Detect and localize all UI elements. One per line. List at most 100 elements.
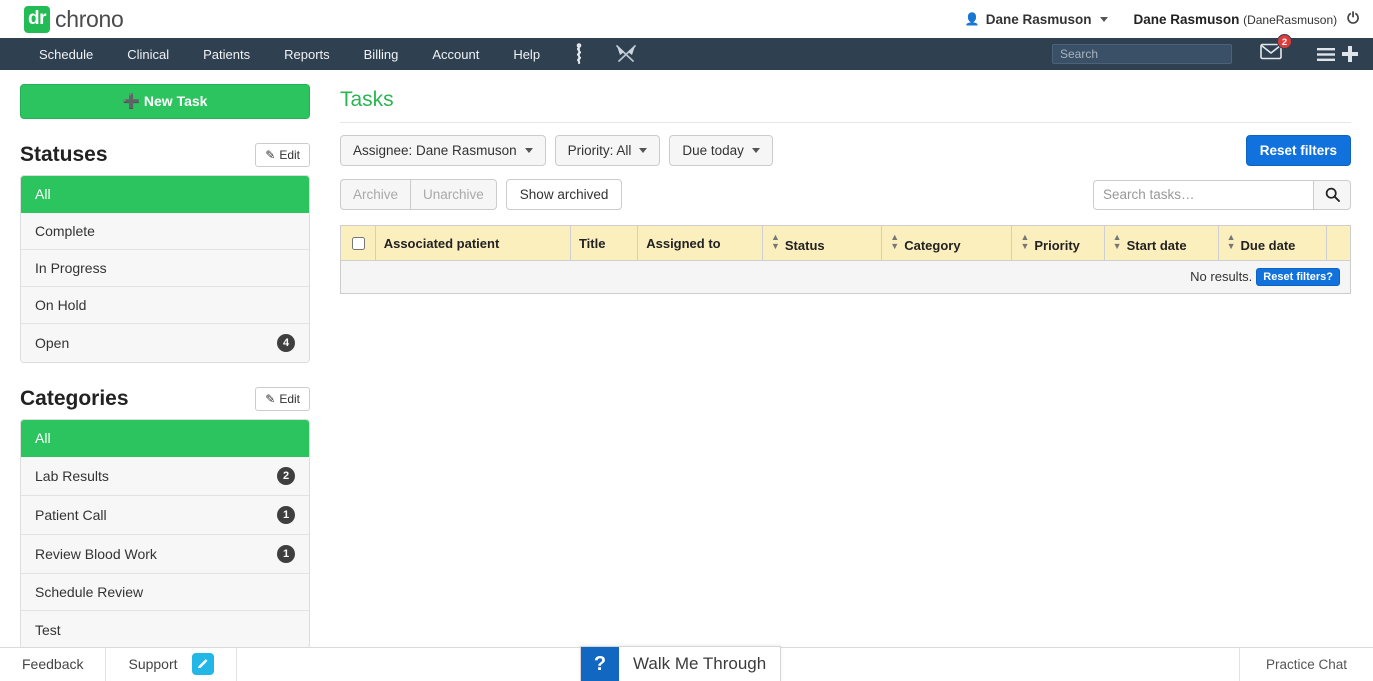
categories-title: Categories [20,387,129,411]
col-label: Due date [1241,238,1296,253]
messages-button[interactable]: 2 [1254,43,1288,65]
user-menu[interactable]: 👤 Dane Rasmuson [965,12,1108,27]
sort-icon[interactable]: ▲▼ [890,233,899,251]
status-item-open[interactable]: Open 4 [21,324,309,362]
select-all-cell [341,226,376,261]
status-item-all[interactable]: All [21,176,309,213]
edit-categories-button[interactable]: ✎ Edit [255,387,310,411]
empty-state-cell: No results.Reset filters? [341,261,1351,294]
nav-label: Patients [203,47,250,62]
sort-icon[interactable]: ▲▼ [1020,233,1029,251]
unarchive-button[interactable]: Unarchive [410,179,497,210]
nav-item-billing[interactable]: Billing [347,38,416,70]
select-all-checkbox[interactable] [352,237,365,250]
user-icon: 👤 [965,12,980,26]
tools-bar: Archive Unarchive Show archived [340,179,1351,210]
logged-in-account: Dane Rasmuson (DaneRasmuson) [1134,12,1338,27]
filter-priority-label: Priority: All [568,143,632,158]
nav-item-account[interactable]: Account [415,38,496,70]
nav-item-patients[interactable]: Patients [186,38,267,70]
col-assigned-to[interactable]: Assigned to [638,226,763,261]
col-label: Title [579,236,606,251]
reset-filters-button[interactable]: Reset filters [1246,135,1351,166]
category-item-review-blood-work[interactable]: Review Blood Work 1 [21,535,309,574]
filter-due-label: Due today [682,143,744,158]
menu-and-add-buttons[interactable] [1316,45,1359,63]
nav-item-reports[interactable]: Reports [267,38,347,70]
statuses-list: All Complete In Progress On Hold Open 4 [20,175,310,363]
col-associated-patient[interactable]: Associated patient [375,226,570,261]
search-submit-button[interactable] [1313,180,1351,210]
practice-chat-button[interactable]: Practice Chat [1239,648,1373,681]
nav-label: Clinical [127,47,169,62]
nav-item-clinical[interactable]: Clinical [110,38,186,70]
tasks-empty-row: No results.Reset filters? [341,261,1351,294]
logo-wordmark: chrono [55,6,124,33]
filter-due-dropdown[interactable]: Due today [669,135,773,166]
filter-priority-dropdown[interactable]: Priority: All [555,135,661,166]
status-item-in-progress[interactable]: In Progress [21,250,309,287]
col-label: Start date [1127,238,1187,253]
chevron-down-icon [639,148,647,153]
task-search [1093,180,1351,210]
col-due-date[interactable]: ▲▼ Due date [1218,226,1326,261]
category-label: Review Blood Work [35,546,157,562]
filter-assignee-dropdown[interactable]: Assignee: Dane Rasmuson [340,135,546,166]
new-task-button[interactable]: ➕ New Task [20,84,310,119]
global-search-input[interactable] [1052,44,1232,64]
footer-feedback[interactable]: Feedback [0,648,106,681]
category-label: All [35,430,51,446]
sort-icon[interactable]: ▲▼ [1113,233,1122,251]
footer-support-group: Support [106,648,236,681]
category-label: Patient Call [35,507,107,523]
tasks-table: Associated patient Title Assigned to ▲▼ S… [340,225,1351,294]
col-label: Assigned to [646,236,720,251]
plus-icon [1341,45,1359,63]
archive-button[interactable]: Archive [340,179,410,210]
category-label: Schedule Review [35,584,143,600]
col-priority[interactable]: ▲▼Priority [1012,226,1104,261]
walk-me-through-label[interactable]: Walk Me Through [619,647,780,681]
crossed-scalpels-icon[interactable] [601,38,651,70]
nav-item-schedule[interactable]: Schedule [22,38,110,70]
edit-statuses-button[interactable]: ✎ Edit [255,143,310,167]
tasks-table-header-row: Associated patient Title Assigned to ▲▼ S… [341,226,1351,261]
category-item-patient-call[interactable]: Patient Call 1 [21,496,309,535]
tasks-table-body: No results.Reset filters? [341,261,1351,294]
chevron-down-icon [1100,17,1108,22]
col-label: Status [785,238,825,253]
tasks-table-wrapper: Associated patient Title Assigned to ▲▼ S… [340,225,1351,294]
sidebar: ➕ New Task Statuses ✎ Edit All Complete … [0,70,330,647]
sort-icon[interactable]: ▲▼ [1227,233,1236,251]
category-count-badge: 1 [277,506,295,524]
col-label: Category [904,238,960,253]
status-item-on-hold[interactable]: On Hold [21,287,309,324]
reset-filters-inline-button[interactable]: Reset filters? [1256,268,1340,286]
footer-support-label[interactable]: Support [128,656,177,672]
category-item-lab-results[interactable]: Lab Results 2 [21,457,309,496]
drchrono-logo[interactable]: dr chrono [24,6,124,33]
category-item-schedule-review[interactable]: Schedule Review [21,574,309,611]
col-label: Associated patient [384,236,500,251]
caduceus-icon[interactable] [557,38,601,70]
show-archived-button[interactable]: Show archived [506,179,623,210]
col-start-date[interactable]: ▲▼ Start date [1104,226,1218,261]
chevron-down-icon [752,148,760,153]
category-item-all[interactable]: All [21,420,309,457]
pencil-icon: ✎ [265,392,275,406]
nav-item-help[interactable]: Help [496,38,557,70]
page-body: ➕ New Task Statuses ✎ Edit All Complete … [0,70,1373,647]
col-category[interactable]: ▲▼ Category [882,226,1012,261]
power-icon[interactable]: ⏻ [1347,10,1359,27]
category-item-test[interactable]: Test [21,611,309,647]
status-label: All [35,186,51,202]
question-mark-icon[interactable]: ? [581,647,619,681]
col-title[interactable]: Title [570,226,637,261]
col-actions [1327,226,1351,261]
sort-icon[interactable]: ▲▼ [771,233,780,251]
walk-me-through-widget[interactable]: ? Walk Me Through [580,646,781,681]
search-tasks-input[interactable] [1093,180,1313,210]
pencil-icon[interactable] [192,653,214,675]
col-status[interactable]: ▲▼ Status [762,226,881,261]
status-item-complete[interactable]: Complete [21,213,309,250]
